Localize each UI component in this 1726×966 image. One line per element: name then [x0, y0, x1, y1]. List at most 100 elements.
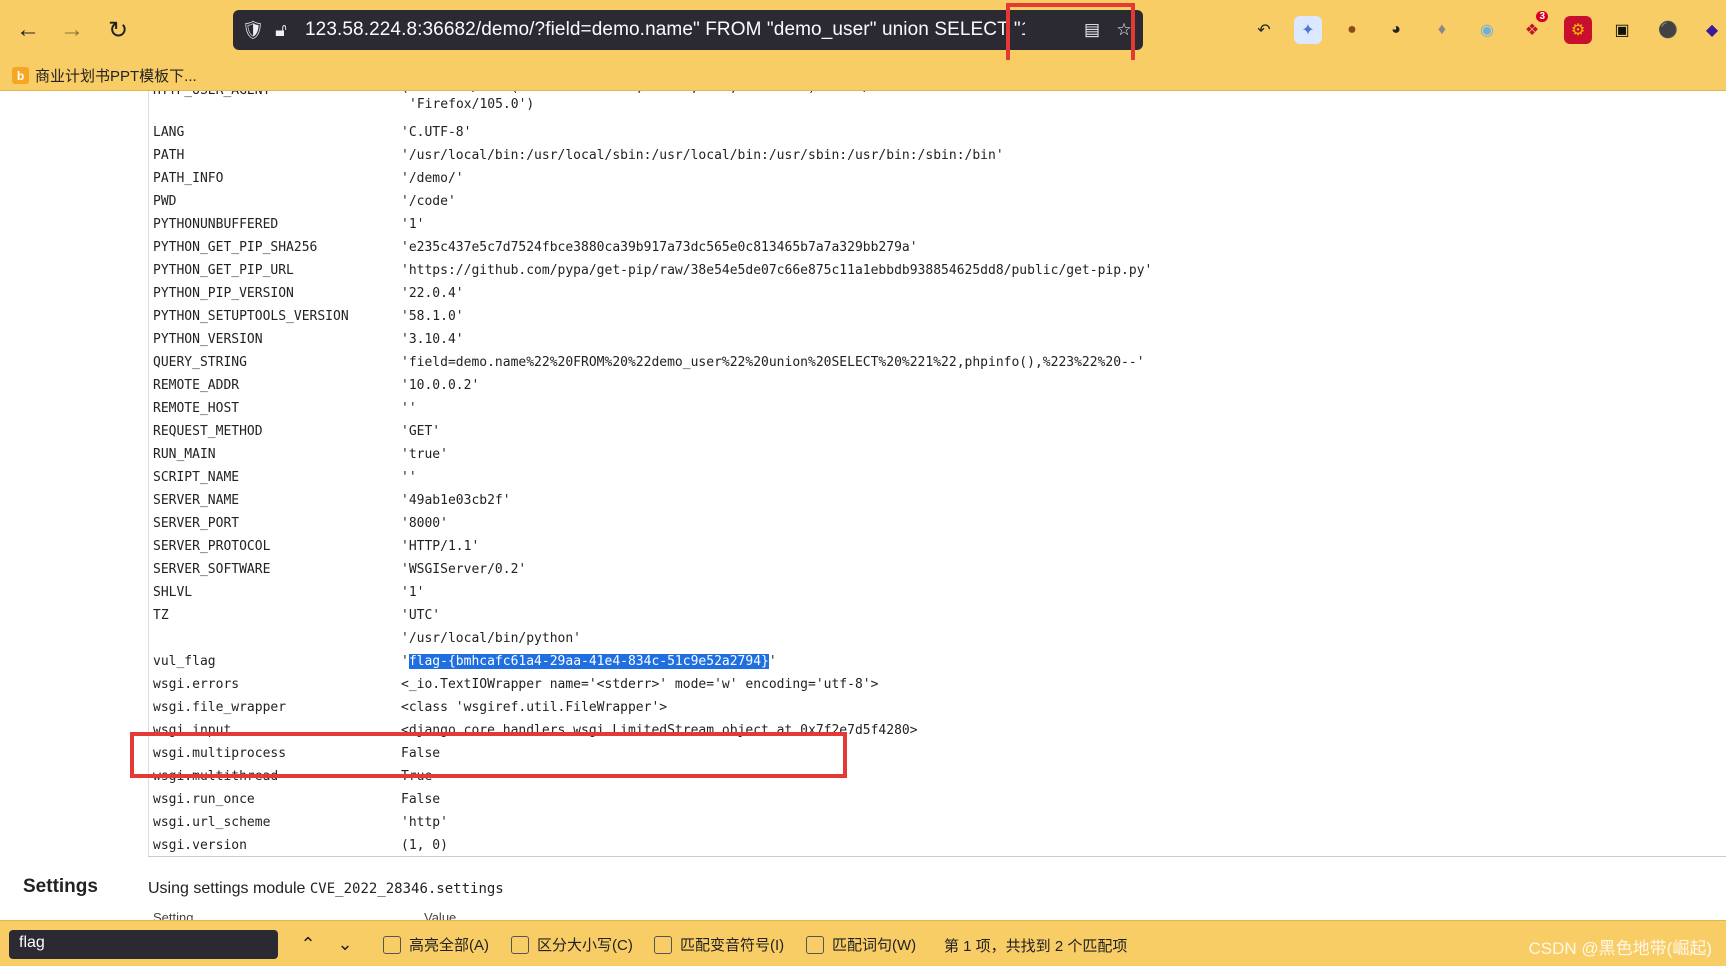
match-case-option[interactable]: 区分大小写(C)	[511, 934, 633, 955]
checkbox[interactable]	[383, 935, 401, 954]
env-row: wsgi.url_scheme 'http'	[149, 811, 1726, 834]
env-row: PWD '/code'	[149, 190, 1726, 213]
tab-manager-icon[interactable]: ▣	[1608, 16, 1636, 44]
highlight-all-option[interactable]: 高亮全部(A)	[383, 934, 489, 955]
env-value-text: ''	[401, 401, 417, 416]
forward-arrow-icon[interactable]: →	[56, 14, 88, 46]
gear-extension-icon[interactable]: ⚙	[1564, 16, 1592, 44]
find-next-icon[interactable]: ⌄	[332, 931, 358, 957]
env-row: wsgi.version (1, 0)	[149, 834, 1726, 857]
env-value-text: 'e235c437e5c7d7524fbce3880ca39b917a73dc5…	[401, 240, 918, 255]
env-value: '1'	[401, 217, 424, 232]
env-value-text: '1'	[401, 585, 425, 600]
puzzle-extension-icon[interactable]: ♦	[1428, 16, 1456, 44]
match-diacritics-option[interactable]: 匹配变音符号(I)	[654, 934, 784, 955]
env-row: wsgi.errors <_io.TextIOWrapper name='<std…	[149, 673, 1726, 696]
env-key: SERVER_PORT	[153, 516, 240, 531]
env-row: PYTHON_GET_PIP_URL 'https://github.com/py…	[149, 259, 1726, 282]
toggle-extension-icon[interactable]: ⚫	[1654, 16, 1682, 44]
bookmark-item[interactable]: b 商业计划书PPT模板下...	[12, 65, 197, 86]
env-key: wsgi.run_once	[153, 792, 255, 807]
env-value-text: '10.0.0.2'	[401, 378, 480, 393]
env-key: SERVER_NAME	[153, 493, 240, 508]
insecure-lock-icon[interactable]: 🔓︎	[267, 16, 295, 44]
env-key: REMOTE_ADDR	[153, 378, 240, 393]
env-value: 'https://github.com/pypa/get-pip/raw/38e…	[401, 263, 1152, 278]
env-key: wsgi.file_wrapper	[153, 700, 287, 715]
diamond-extension-icon[interactable]: ◆	[1698, 16, 1726, 44]
cookie-editor-icon[interactable]: ◕	[1382, 16, 1410, 44]
find-input[interactable]: flag	[9, 930, 278, 959]
undo-arrow-icon[interactable]: ↶	[1250, 16, 1278, 44]
env-value-text: 'field=demo.name%22%20FROM%20%22demo_use…	[401, 355, 1145, 370]
shield-icon[interactable]: 🛡︎	[239, 16, 267, 44]
url-text[interactable]: 123.58.224.8:36682/demo/?field=demo.name…	[305, 19, 1025, 41]
env-key: PYTHON_VERSION	[153, 332, 263, 347]
url-path: :36682/demo/?field=demo.name" FROM "demo…	[417, 19, 1025, 40]
env-key: PWD	[153, 194, 177, 209]
env-value: 'WSGIServer/0.2'	[401, 562, 526, 577]
env-value-text: '3.10.4'	[401, 332, 464, 347]
env-value-continued: 'Firefox/105.0')	[409, 97, 535, 112]
whole-words-option[interactable]: 匹配词句(W)	[806, 934, 916, 955]
env-row: SHLVL '1'	[149, 581, 1726, 604]
env-value: <_io.TextIOWrapper name='<stderr>' mode=…	[401, 677, 878, 692]
translate-extension-icon[interactable]: ❖ 3	[1518, 11, 1548, 44]
settings-heading: Settings	[23, 876, 98, 897]
bird-extension-icon[interactable]: ✦	[1294, 16, 1322, 44]
env-key: vul_flag	[153, 654, 216, 669]
cookie-extension-icon[interactable]: ●	[1338, 16, 1366, 44]
env-row: REMOTE_ADDR '10.0.0.2'	[149, 374, 1726, 397]
env-value-text: 'true'	[401, 447, 448, 462]
env-row: REMOTE_HOST ''	[149, 397, 1726, 420]
env-value-text: 'HTTP/1.1'	[401, 539, 480, 554]
browser-toolbar: ← → ↻ 🛡︎ 🔓︎ 123.58.224.8:36682/demo/?fie…	[0, 0, 1726, 65]
env-row: wsgi.file_wrapper <class 'wsgiref.util.Fi…	[149, 696, 1726, 719]
checkbox[interactable]	[511, 935, 529, 954]
find-bar: flag ⌃ ⌄ 高亮全部(A) 区分大小写(C) 匹配变音符号(I) 匹配词句…	[0, 920, 1726, 966]
env-row: PYTHON_SETUPTOOLS_VERSION '58.1.0'	[149, 305, 1726, 328]
env-value-text: 'UTC'	[401, 608, 441, 623]
checkbox[interactable]	[654, 935, 672, 954]
env-value-suffix: '	[768, 654, 777, 669]
env-value: (1, 0)	[401, 838, 448, 853]
option-label: 区分大小写(C)	[537, 937, 633, 954]
env-value: ('Mozilla/5.0 (Windows NT 10.0; Win64; x…	[401, 91, 933, 113]
env-row: LANG 'C.UTF-8'	[149, 121, 1726, 144]
env-value-text: <_io.TextIOWrapper name='<stderr>' mode=…	[401, 677, 879, 692]
env-value: '58.1.0'	[401, 309, 464, 324]
env-value-text: '22.0.4'	[401, 286, 464, 301]
env-key: SERVER_SOFTWARE	[153, 562, 271, 577]
settings-description: Using settings module CVE_2022_28346.set…	[148, 880, 504, 898]
env-row: PYTHON_GET_PIP_SHA256 'e235c437e5c7d7524f…	[149, 236, 1726, 259]
env-value: '/usr/local/bin:/usr/local/sbin:/usr/loc…	[401, 148, 1004, 163]
env-value: 'field=demo.name%22%20FROM%20%22demo_use…	[401, 355, 1145, 370]
env-row: PATH '/usr/local/bin:/usr/local/sbin:/usr…	[149, 144, 1726, 167]
find-previous-icon[interactable]: ⌃	[295, 931, 321, 957]
env-row: '/usr/local/bin/python'	[149, 627, 1726, 650]
settings-desc-prefix: Using settings module	[148, 880, 306, 897]
settings-module: CVE_2022_28346.settings	[309, 881, 504, 897]
extension-badge: 3	[1536, 11, 1548, 22]
checkbox[interactable]	[806, 935, 824, 954]
env-row: SERVER_NAME '49ab1e03cb2f'	[149, 489, 1726, 512]
back-arrow-icon[interactable]: ←	[12, 14, 44, 46]
env-row: SERVER_SOFTWARE 'WSGIServer/0.2'	[149, 558, 1726, 581]
env-value: '/code'	[401, 194, 456, 209]
env-value-text: '49ab1e03cb2f'	[401, 493, 511, 508]
env-key: TZ	[153, 608, 169, 623]
env-key: PYTHONUNBUFFERED	[153, 217, 279, 232]
env-value-text: '8000'	[401, 516, 448, 531]
env-row: TZ 'UTC'	[149, 604, 1726, 627]
env-value-text: ('Mozilla/5.0 (Windows NT 10.0; Win64; x…	[401, 91, 933, 95]
env-row: SCRIPT_NAME ''	[149, 466, 1726, 489]
circle-extension-icon[interactable]: ◉	[1473, 16, 1501, 44]
env-value: '/demo/'	[401, 171, 464, 186]
env-value-text: '/usr/local/bin:/usr/local/sbin:/usr/loc…	[401, 148, 1004, 163]
env-value-text: '/demo/'	[401, 171, 464, 186]
option-label: 高亮全部(A)	[409, 937, 489, 954]
env-value-text: False	[401, 792, 441, 807]
env-row: SERVER_PROTOCOL 'HTTP/1.1'	[149, 535, 1726, 558]
reload-icon[interactable]: ↻	[102, 14, 134, 46]
env-row: RUN_MAIN 'true'	[149, 443, 1726, 466]
